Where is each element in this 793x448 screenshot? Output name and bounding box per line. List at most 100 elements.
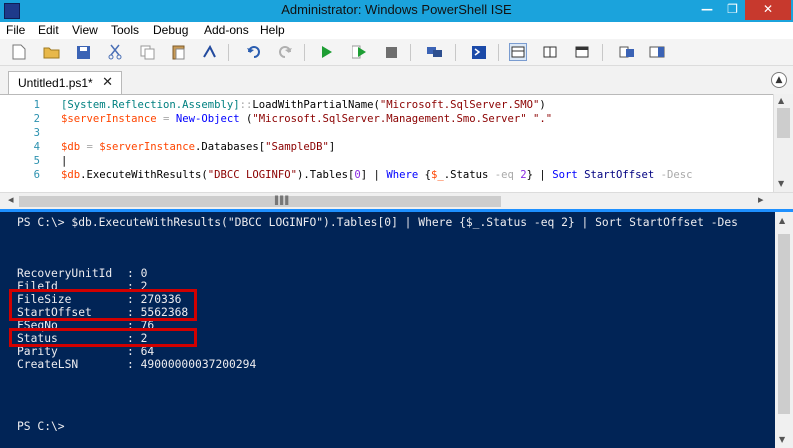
code-token: ".": [526, 113, 553, 125]
line-number: 6: [33, 169, 40, 181]
copy-icon[interactable]: [138, 43, 156, 61]
toolbar-separator: [410, 44, 411, 61]
code-token: New-Object: [175, 113, 240, 125]
show-script-right-icon[interactable]: [541, 43, 559, 61]
line-number: 5: [33, 155, 40, 167]
code-token: ::: [239, 99, 253, 111]
maximize-button[interactable]: ❐: [720, 0, 745, 20]
output-row: RecoveryUnitId: 0: [17, 267, 772, 280]
console-scroll-thumb[interactable]: [778, 234, 790, 414]
show-command-window-icon[interactable]: [618, 43, 636, 61]
field-value: 49000000037200294: [140, 358, 257, 371]
field-value: 0: [140, 267, 148, 280]
menu-help[interactable]: Help: [260, 23, 285, 37]
menu-bar: File Edit View Tools Debug Add-ons Help: [0, 22, 793, 39]
script-tab-strip: Untitled1.ps1* ✕ ▲: [0, 66, 793, 94]
scroll-right-arrow-icon[interactable]: ▸: [758, 193, 764, 206]
code-line-6: $db.ExecuteWithResults("DBCC LOGINFO").T…: [61, 168, 773, 182]
scroll-left-arrow-icon[interactable]: ◂: [8, 193, 14, 206]
toolbar: [0, 39, 793, 66]
redo-icon[interactable]: [276, 43, 294, 61]
code-token: .ExecuteWithResults(: [80, 169, 208, 181]
menu-tools[interactable]: Tools: [111, 23, 139, 37]
code-token: ): [539, 99, 546, 111]
code-line-4: $db = $serverInstance.Databases["SampleD…: [61, 140, 773, 154]
code-token: ).Tables[: [297, 169, 355, 181]
code-token: .Status: [443, 169, 495, 181]
console-prompt: PS C:\>: [17, 420, 65, 433]
tab-close-icon[interactable]: ✕: [102, 74, 113, 90]
menu-edit[interactable]: Edit: [38, 23, 59, 37]
powershell-console-icon[interactable]: [470, 43, 488, 61]
tab-untitled1[interactable]: Untitled1.ps1* ✕: [8, 71, 122, 94]
console-command-line: PS C:\> $db.ExecuteWithResults("DBCC LOG…: [17, 216, 738, 229]
line-number: 2: [33, 113, 40, 125]
code-token: $serverInstance: [61, 113, 157, 125]
console-vertical-scrollbar[interactable]: ▲ ▼: [775, 212, 793, 448]
code-token: .Databases[: [194, 141, 266, 153]
field-name: RecoveryUnitId: [17, 267, 113, 280]
undo-icon[interactable]: [244, 43, 262, 61]
code-token: [System.Reflection.Assembly]: [61, 99, 240, 111]
menu-view[interactable]: View: [72, 23, 98, 37]
run-script-icon[interactable]: [318, 43, 336, 61]
highlight-box-filesize-startoffset: [9, 289, 197, 321]
menu-debug[interactable]: Debug: [153, 23, 188, 37]
code-token: ]: [328, 141, 336, 153]
minimize-button[interactable]: —: [694, 0, 720, 20]
field-sep: :: [127, 358, 134, 371]
code-token: StartOffset: [577, 169, 655, 181]
code-token: $serverInstance: [99, 141, 195, 153]
line-number: 3: [33, 127, 40, 139]
save-icon[interactable]: [74, 43, 92, 61]
close-button[interactable]: ✕: [745, 0, 791, 20]
code-token: $db: [61, 169, 81, 181]
console-pane[interactable]: PS C:\> $db.ExecuteWithResults("DBCC LOG…: [0, 212, 775, 448]
highlight-box-status: [9, 328, 197, 347]
window-title: Administrator: Windows PowerShell ISE: [281, 2, 512, 17]
scroll-down-arrow-icon[interactable]: ▼: [778, 179, 784, 188]
code-line-5: |: [61, 155, 68, 167]
menu-file[interactable]: File: [6, 23, 25, 37]
collapse-script-pane-icon[interactable]: ▲: [771, 72, 787, 88]
scroll-grip-icon: ▌▌▌: [275, 196, 292, 205]
toolbar-separator: [228, 44, 229, 61]
code-token: =: [156, 113, 176, 125]
show-script-max-icon[interactable]: [573, 43, 591, 61]
field-sep: :: [127, 267, 134, 280]
line-number: 4: [33, 141, 40, 153]
script-editor[interactable]: 1 2 3 4 5 6 [System.Reflection.Assembly]…: [0, 94, 793, 192]
code-token: $db: [61, 141, 81, 153]
tab-label: Untitled1.ps1*: [18, 76, 93, 90]
toolbar-separator: [602, 44, 603, 61]
horizontal-scroll-thumb[interactable]: ▌▌▌: [19, 196, 501, 207]
run-selection-icon[interactable]: [350, 43, 368, 61]
output-row: CreateLSN: 49000000037200294: [17, 358, 772, 371]
new-file-icon[interactable]: [10, 43, 28, 61]
field-name: CreateLSN: [17, 358, 79, 371]
code-token: "SampleDB": [265, 141, 329, 153]
code-token: -Desc: [654, 169, 693, 181]
editor-vertical-scrollbar[interactable]: ▲ ▼: [773, 94, 793, 192]
paste-icon[interactable]: [170, 43, 188, 61]
cut-icon[interactable]: [106, 43, 124, 61]
open-file-icon[interactable]: [42, 43, 60, 61]
code-token: -eq: [494, 169, 514, 181]
code-token: $_: [430, 169, 444, 181]
show-command-addon-icon[interactable]: [648, 43, 666, 61]
show-script-top-icon[interactable]: [509, 43, 527, 61]
code-token: 2: [513, 169, 527, 181]
scroll-up-arrow-icon[interactable]: ▲: [779, 216, 785, 225]
scroll-down-arrow-icon[interactable]: ▼: [779, 435, 785, 444]
toolbar-separator: [498, 44, 499, 61]
new-remote-tab-icon[interactable]: [425, 43, 443, 61]
code-token: {: [418, 169, 431, 181]
editor-scroll-thumb[interactable]: [777, 108, 790, 138]
editor-horizontal-scrollbar[interactable]: ◂ ▌▌▌ ▸: [0, 192, 793, 209]
stop-icon[interactable]: [382, 43, 400, 61]
code-token: ] |: [360, 169, 387, 181]
clear-console-icon[interactable]: [200, 43, 218, 61]
scroll-up-arrow-icon[interactable]: ▲: [778, 96, 784, 105]
title-bar: Administrator: Windows PowerShell ISE — …: [0, 0, 793, 22]
menu-add-ons[interactable]: Add-ons: [204, 23, 249, 37]
